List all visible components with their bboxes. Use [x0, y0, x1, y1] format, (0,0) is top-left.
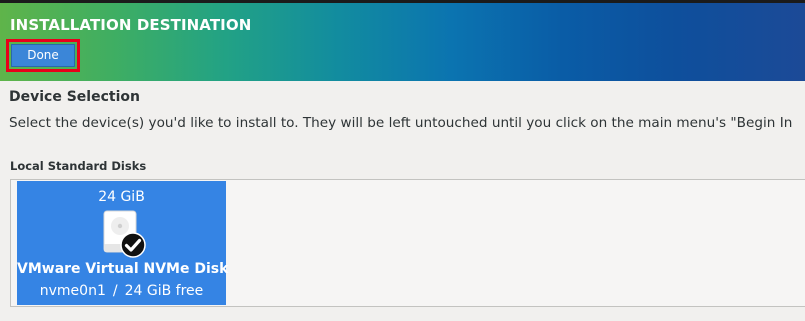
- page-title: INSTALLATION DESTINATION: [10, 16, 252, 34]
- done-button-highlight: Done: [6, 39, 80, 72]
- device-selection-description: Select the device(s) you'd like to insta…: [9, 115, 793, 131]
- disk-tile-nvme0n1[interactable]: 24 GiB VMware Virtual NVMe Disk nvme0n1 /…: [17, 181, 229, 305]
- disk-free-space: 24 GiB free: [124, 283, 204, 299]
- checkmark-icon: [120, 232, 146, 258]
- disk-size: 24 GiB: [98, 189, 145, 205]
- disk-name: VMware Virtual NVMe Disk: [17, 261, 229, 277]
- disk-details-separator: /: [112, 283, 118, 299]
- local-standard-disks-heading: Local Standard Disks: [10, 159, 147, 173]
- done-button[interactable]: Done: [11, 44, 75, 67]
- disk-details: nvme0n1 / 24 GiB free: [17, 283, 226, 299]
- spoke-header: INSTALLATION DESTINATION Done: [0, 3, 805, 81]
- device-selection-heading: Device Selection: [9, 89, 140, 105]
- disk-device: nvme0n1: [39, 283, 106, 299]
- hard-disk-icon: [103, 210, 146, 258]
